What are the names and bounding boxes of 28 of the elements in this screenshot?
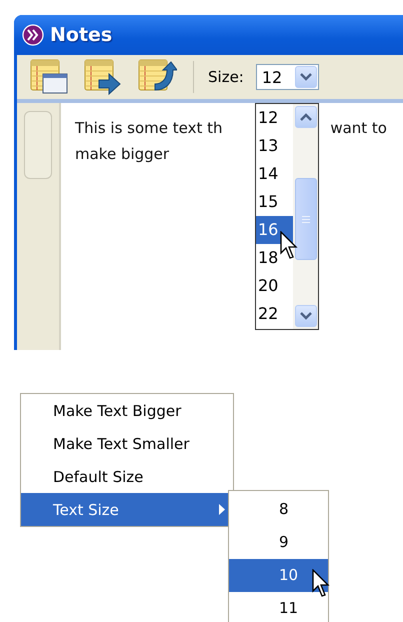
size-option[interactable]: 16 xyxy=(256,216,293,244)
size-option[interactable]: 18 xyxy=(256,244,293,272)
mouse-pointer-icon xyxy=(280,231,300,261)
chevron-down-icon xyxy=(300,312,312,320)
window-title: Notes xyxy=(50,24,112,46)
note-text: want to xyxy=(330,118,387,139)
size-option[interactable]: 14 xyxy=(256,160,293,188)
scroll-thumb[interactable] xyxy=(294,178,316,260)
chevron-down-icon xyxy=(300,73,312,81)
size-dropdown[interactable]: 12 xyxy=(256,64,319,90)
notepad-window-icon xyxy=(29,58,69,96)
dropdown-button[interactable] xyxy=(294,66,317,88)
scroll-up-button[interactable] xyxy=(294,106,316,128)
size-option[interactable]: 15 xyxy=(256,188,293,216)
app-logo-icon xyxy=(22,24,44,46)
chevron-up-icon xyxy=(300,113,312,121)
size-option[interactable]: 20 xyxy=(256,272,293,300)
size-label: Size: xyxy=(208,68,244,86)
grip-icon xyxy=(302,216,310,222)
note-text: This is some text th xyxy=(75,118,223,139)
gutter-handle xyxy=(24,111,52,179)
size-option[interactable]: 12 xyxy=(256,104,293,132)
size-option[interactable]: 13 xyxy=(256,132,293,160)
notepad-arrow-icon xyxy=(83,58,123,96)
scroll-down-button[interactable] xyxy=(294,305,316,327)
size-option[interactable]: 22 xyxy=(256,300,293,328)
size-value: 12 xyxy=(260,68,284,86)
note-text: make bigger xyxy=(75,144,170,165)
